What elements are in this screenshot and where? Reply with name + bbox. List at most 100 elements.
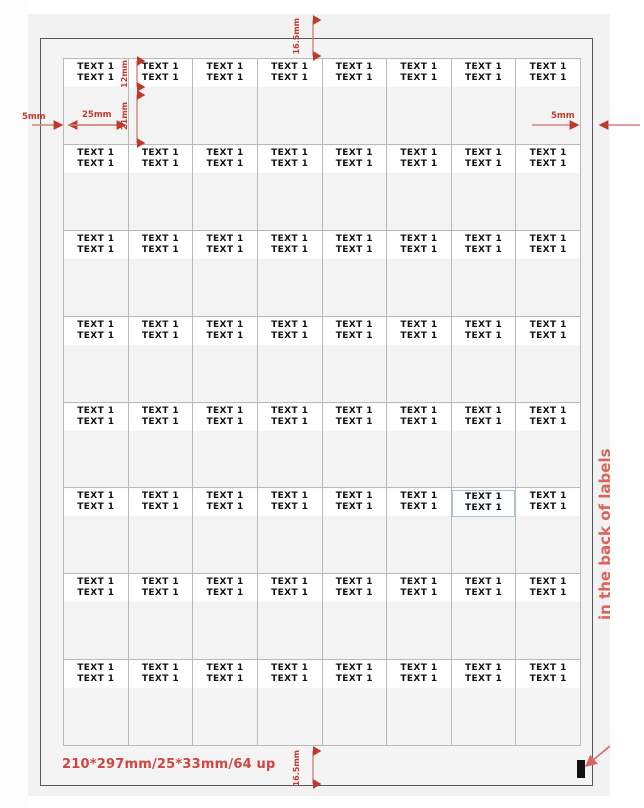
label-text-line-1: TEXT 1 (400, 577, 438, 588)
label-cell[interactable]: TEXT 1 TEXT 1 (257, 59, 323, 145)
label-text-line-1: TEXT 1 (529, 577, 567, 588)
label-cell[interactable]: TEXT 1 TEXT 1 (64, 402, 129, 489)
label-cell[interactable]: TEXT 1 TEXT 1 (128, 144, 194, 231)
label-cell[interactable]: TEXT 1 TEXT 1 (193, 144, 258, 231)
label-text-line-2: TEXT 1 (400, 73, 438, 83)
label-body-height-label-wrap: 21mm (120, 102, 129, 133)
label-cell[interactable]: TEXT 1 TEXT 1 (322, 574, 388, 661)
label-cell[interactable]: TEXT 1 TEXT 1 (128, 316, 194, 403)
label-cell-selected[interactable]: TEXT 1 TEXT 1 (451, 488, 517, 575)
label-cell[interactable]: TEXT 1 TEXT 1 (516, 230, 581, 317)
label-cell[interactable]: TEXT 1 TEXT 1 (64, 574, 129, 661)
label-text-line-1: TEXT 1 (335, 663, 373, 674)
label-text-block: TEXT 1 TEXT 1 (387, 662, 451, 688)
label-text-line-2: TEXT 1 (464, 244, 503, 255)
label-cell[interactable]: TEXT 1 TEXT 1 (451, 144, 517, 231)
label-cell[interactable]: TEXT 1 TEXT 1 (128, 488, 194, 575)
label-cell[interactable]: TEXT 1 TEXT 1 (387, 59, 452, 145)
label-text-block: TEXT 1 TEXT 1 (387, 576, 451, 602)
label-text-line-2: TEXT 1 (335, 416, 373, 427)
label-cell[interactable]: TEXT 1 TEXT 1 (516, 660, 581, 746)
label-text-line-1: TEXT 1 (271, 233, 309, 244)
label-text-block: TEXT 1 TEXT 1 (322, 404, 387, 430)
label-cell[interactable]: TEXT 1 TEXT 1 (451, 402, 517, 489)
label-text-line-2: TEXT 1 (464, 674, 503, 685)
label-text-line-1: TEXT 1 (529, 663, 567, 674)
label-cell[interactable]: TEXT 1 TEXT 1 (516, 316, 581, 403)
label-cell[interactable]: TEXT 1 TEXT 1 (451, 230, 517, 317)
label-cell[interactable]: TEXT 1 TEXT 1 (322, 488, 388, 575)
label-text-line-1: TEXT 1 (529, 319, 567, 330)
label-text-line-1: TEXT 1 (335, 319, 373, 330)
label-text-block: TEXT 1 TEXT 1 (387, 318, 451, 344)
label-cell[interactable]: TEXT 1 TEXT 1 (64, 660, 129, 746)
label-cell[interactable]: TEXT 1 TEXT 1 (322, 230, 388, 317)
label-text-line-1: TEXT 1 (335, 147, 373, 158)
label-text-line-1: TEXT 1 (77, 147, 115, 158)
label-text-line-2: TEXT 1 (271, 73, 309, 83)
label-cell[interactable]: TEXT 1 TEXT 1 (257, 574, 323, 661)
label-cell[interactable]: TEXT 1 TEXT 1 (64, 230, 129, 317)
label-cell[interactable]: TEXT 1 TEXT 1 (516, 574, 581, 661)
label-text-block: TEXT 1 TEXT 1 (451, 146, 516, 172)
label-cell[interactable]: TEXT 1 TEXT 1 (451, 574, 517, 661)
label-cell[interactable]: TEXT 1 TEXT 1 (257, 316, 323, 403)
label-text-line-2: TEXT 1 (529, 416, 567, 427)
label-text-line-2: TEXT 1 (271, 244, 309, 255)
label-cell[interactable]: TEXT 1 TEXT 1 (387, 660, 452, 746)
label-text-line-2: TEXT 1 (335, 588, 373, 599)
label-cell[interactable]: TEXT 1 TEXT 1 (257, 402, 323, 489)
label-cell[interactable]: TEXT 1 TEXT 1 (257, 230, 323, 317)
label-cell[interactable]: TEXT 1 TEXT 1 (128, 230, 194, 317)
label-cell[interactable]: TEXT 1 TEXT 1 (387, 230, 452, 317)
label-cell[interactable]: TEXT 1 TEXT 1 (322, 316, 388, 403)
label-cell[interactable]: TEXT 1 TEXT 1 (193, 230, 258, 317)
label-cell[interactable]: TEXT 1 TEXT 1 (451, 59, 517, 145)
label-cell[interactable]: TEXT 1 TEXT 1 (387, 574, 452, 661)
label-cell[interactable]: TEXT 1 TEXT 1 (516, 59, 581, 145)
label-cell[interactable]: TEXT 1 TEXT 1 (193, 316, 258, 403)
label-cell[interactable]: TEXT 1 TEXT 1 (257, 660, 323, 746)
label-cell[interactable]: TEXT 1 TEXT 1 (322, 660, 388, 746)
label-cell[interactable]: TEXT 1 TEXT 1 (322, 59, 388, 145)
label-text-line-2: TEXT 1 (400, 674, 438, 685)
label-cell[interactable]: TEXT 1 TEXT 1 (451, 316, 517, 403)
label-cell[interactable]: TEXT 1 TEXT 1 (193, 402, 258, 489)
label-cell[interactable]: TEXT 1 TEXT 1 (451, 660, 517, 746)
label-cell[interactable]: TEXT 1 TEXT 1 (387, 316, 452, 403)
label-text-line-1: TEXT 1 (206, 663, 244, 674)
label-cell[interactable]: TEXT 1 TEXT 1 (387, 402, 452, 489)
label-text-block: TEXT 1 TEXT 1 (64, 146, 128, 172)
label-cell[interactable]: TEXT 1 TEXT 1 (128, 660, 194, 746)
label-cell[interactable]: TEXT 1 TEXT 1 (322, 144, 388, 231)
label-text-block: TEXT 1 TEXT 1 (128, 662, 193, 688)
label-text-block: TEXT 1 TEXT 1 (516, 146, 580, 172)
label-text-line-1: TEXT 1 (400, 147, 438, 158)
label-cell[interactable]: TEXT 1 TEXT 1 (64, 316, 129, 403)
label-cell[interactable]: TEXT 1 TEXT 1 (64, 59, 129, 145)
label-text-line-1: TEXT 1 (271, 62, 309, 72)
label-cell[interactable]: TEXT 1 TEXT 1 (387, 488, 452, 575)
label-cell[interactable]: TEXT 1 TEXT 1 (128, 402, 194, 489)
label-cell[interactable]: TEXT 1 TEXT 1 (64, 144, 129, 231)
label-cell[interactable]: TEXT 1 TEXT 1 (257, 488, 323, 575)
label-text-line-1: TEXT 1 (206, 405, 244, 416)
label-cell[interactable]: TEXT 1 TEXT 1 (516, 402, 581, 489)
label-cell[interactable]: TEXT 1 TEXT 1 (257, 144, 323, 231)
label-cell[interactable]: TEXT 1 TEXT 1 (516, 144, 581, 231)
label-text-line-1: TEXT 1 (141, 663, 180, 674)
label-cell[interactable]: TEXT 1 TEXT 1 (387, 144, 452, 231)
label-cell[interactable]: TEXT 1 TEXT 1 (128, 574, 194, 661)
label-cell[interactable]: TEXT 1 TEXT 1 (516, 488, 581, 575)
label-cell[interactable]: TEXT 1 TEXT 1 (193, 488, 258, 575)
label-cell[interactable]: TEXT 1 TEXT 1 (322, 402, 388, 489)
label-cell[interactable]: TEXT 1 TEXT 1 (64, 488, 129, 575)
label-text-line-1: TEXT 1 (529, 147, 567, 158)
label-text-block: TEXT 1 TEXT 1 (516, 232, 580, 258)
label-text-line-1: TEXT 1 (464, 405, 503, 416)
label-cell[interactable]: TEXT 1 TEXT 1 (193, 59, 258, 145)
label-cell[interactable]: TEXT 1 TEXT 1 (193, 660, 258, 746)
label-cell[interactable]: TEXT 1 TEXT 1 (193, 574, 258, 661)
label-text-line-1: TEXT 1 (335, 491, 373, 502)
label-text-line-2: TEXT 1 (206, 244, 244, 255)
